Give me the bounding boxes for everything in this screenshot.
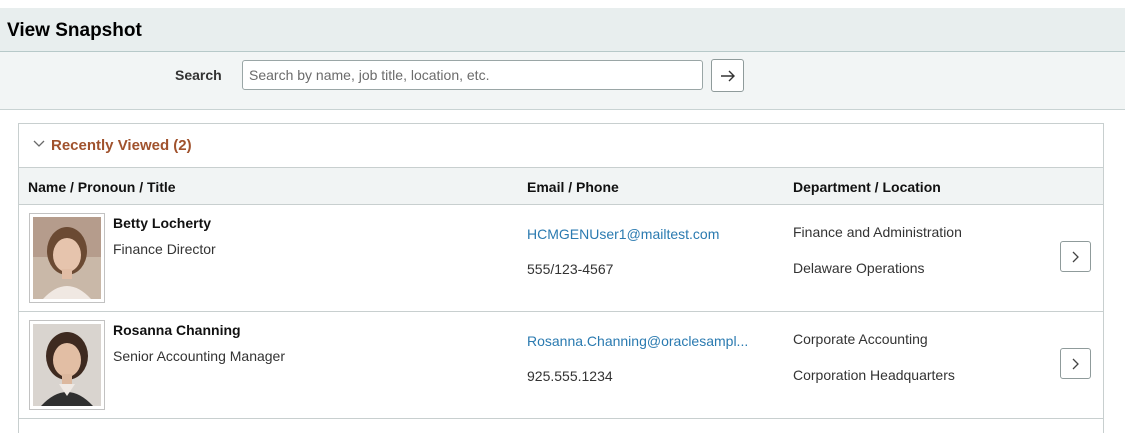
avatar xyxy=(29,213,105,303)
email-link[interactable]: HCMGENUser1@mailtest.com xyxy=(527,226,719,242)
department: Corporate Accounting xyxy=(793,331,928,347)
chevron-right-icon xyxy=(1072,358,1079,369)
column-header-name: Name / Pronoun / Title xyxy=(28,179,176,195)
arrow-right-icon xyxy=(720,70,735,81)
location: Delaware Operations xyxy=(793,260,925,276)
person-title: Finance Director xyxy=(113,241,216,257)
search-label: Search xyxy=(175,67,222,83)
page-header: View Snapshot xyxy=(0,8,1125,52)
chevron-down-icon xyxy=(33,140,45,147)
view-details-button[interactable] xyxy=(1060,241,1091,272)
person-title: Senior Accounting Manager xyxy=(113,348,285,364)
recently-viewed-header[interactable]: Recently Viewed (2) xyxy=(19,124,1103,167)
view-details-button[interactable] xyxy=(1060,348,1091,379)
recently-viewed-panel: Recently Viewed (2) Name / Pronoun / Tit… xyxy=(18,123,1104,433)
column-header-department: Department / Location xyxy=(793,179,941,195)
page-title: View Snapshot xyxy=(7,20,142,41)
avatar xyxy=(29,320,105,410)
top-band xyxy=(0,0,1125,8)
email-link[interactable]: Rosanna.Channing@oraclesampl... xyxy=(527,333,748,349)
recently-viewed-title: Recently Viewed (2) xyxy=(51,137,192,154)
location: Corporation Headquarters xyxy=(793,367,955,383)
department: Finance and Administration xyxy=(793,224,962,240)
column-header-email: Email / Phone xyxy=(527,179,619,195)
table-row: Rosanna Channing Senior Accounting Manag… xyxy=(19,312,1103,419)
search-input[interactable] xyxy=(242,60,703,90)
column-headers: Name / Pronoun / Title Email / Phone Dep… xyxy=(19,167,1103,205)
phone-number: 555/123-4567 xyxy=(527,261,614,277)
person-name[interactable]: Rosanna Channing xyxy=(113,322,241,338)
phone-number: 925.555.1234 xyxy=(527,368,613,384)
person-name[interactable]: Betty Locherty xyxy=(113,215,211,231)
table-row: Betty Locherty Finance Director HCMGENUs… xyxy=(19,205,1103,312)
chevron-right-icon xyxy=(1072,251,1079,262)
search-bar: Search xyxy=(0,52,1125,110)
search-go-button[interactable] xyxy=(711,59,744,92)
